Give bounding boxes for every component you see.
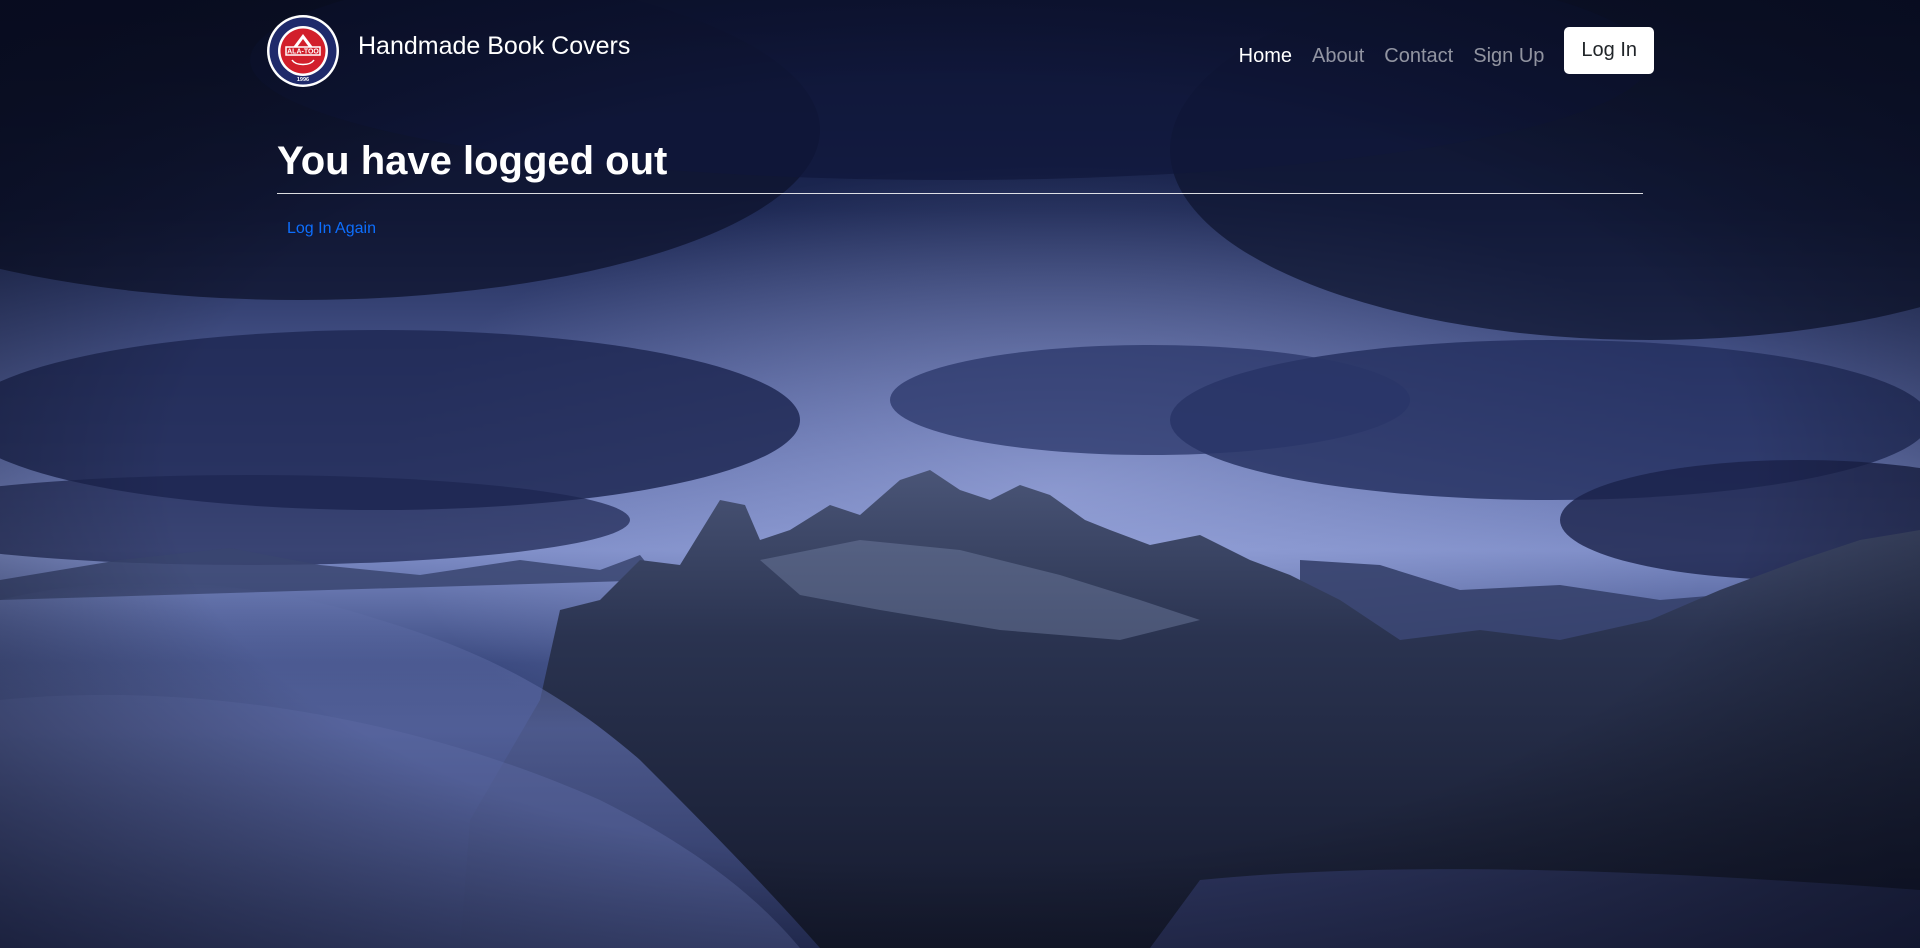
brand-link[interactable]: ALA-TOO 1996 Handmade Book Covers [266, 14, 630, 88]
nav-link-contact[interactable]: Contact [1384, 45, 1453, 68]
login-button[interactable]: Log In [1564, 27, 1654, 74]
nav-link-sign-up[interactable]: Sign Up [1473, 45, 1544, 68]
main-content: You have logged out Log In Again [277, 133, 1643, 238]
nav-links: Home About Contact Sign Up Log In [1219, 27, 1654, 74]
navbar: ALA-TOO 1996 Handmade Book Covers Home A… [0, 0, 1920, 100]
brand-name: Handmade Book Covers [358, 31, 631, 60]
ala-too-university-seal-icon: ALA-TOO 1996 [267, 15, 339, 87]
log-in-again-link[interactable]: Log In Again [287, 220, 376, 238]
nav-link-home[interactable]: Home [1239, 45, 1292, 68]
nav-link-about[interactable]: About [1312, 45, 1364, 68]
page-title: You have logged out [277, 139, 668, 183]
svg-text:ALA-TOO: ALA-TOO [287, 49, 319, 56]
svg-text:1996: 1996 [297, 77, 309, 83]
title-divider [277, 193, 1643, 194]
